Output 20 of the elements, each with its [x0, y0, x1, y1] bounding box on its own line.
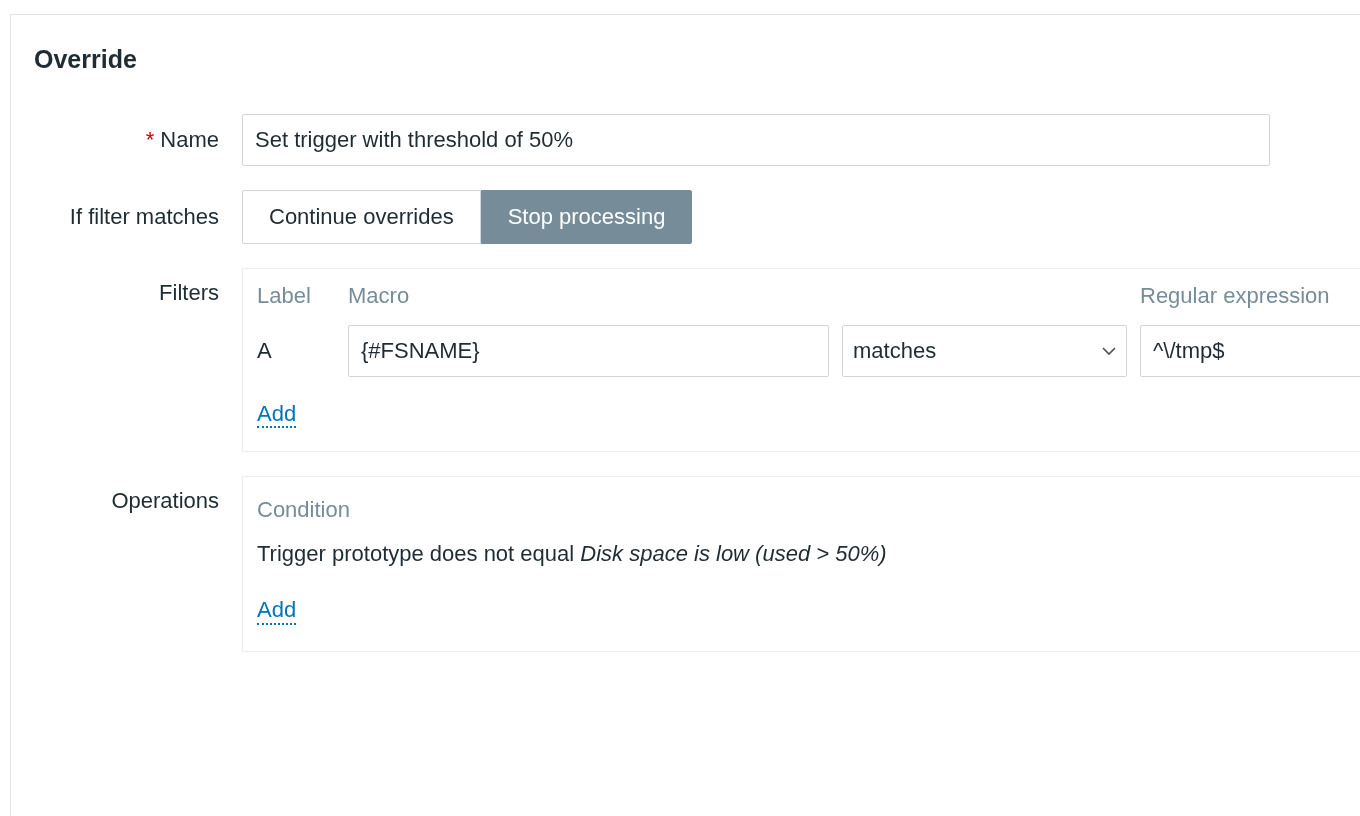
condition-text: Trigger prototype does not equal Disk space is low (used > 50%) [257, 541, 887, 567]
column-header: Macro [348, 283, 411, 309]
field-label: Name [160, 127, 219, 153]
chevron-down-icon [1102, 346, 1116, 356]
segment-option[interactable]: Continue overrides [242, 190, 481, 244]
field-label: If filter matches [69, 204, 219, 230]
add-link[interactable]: Add [257, 401, 297, 428]
add-link[interactable]: Add [257, 597, 297, 625]
table-cell-text: A [257, 338, 273, 364]
required-mark: * [145, 127, 155, 153]
macro-input[interactable]: {#FSNAME} [348, 325, 829, 377]
name-input[interactable]: Set trigger with threshold of 50% [242, 114, 1270, 166]
field-label: Filters [159, 280, 219, 306]
column-header: Condition [257, 497, 350, 523]
operator-select[interactable]: matches [842, 325, 1127, 377]
column-header: Label [257, 283, 312, 309]
column-header: Regular expression [1140, 283, 1331, 309]
form-title: Override [34, 45, 138, 74]
regex-input[interactable]: ^\/tmp$ [1140, 325, 1360, 377]
field-label: Operations [111, 488, 219, 514]
